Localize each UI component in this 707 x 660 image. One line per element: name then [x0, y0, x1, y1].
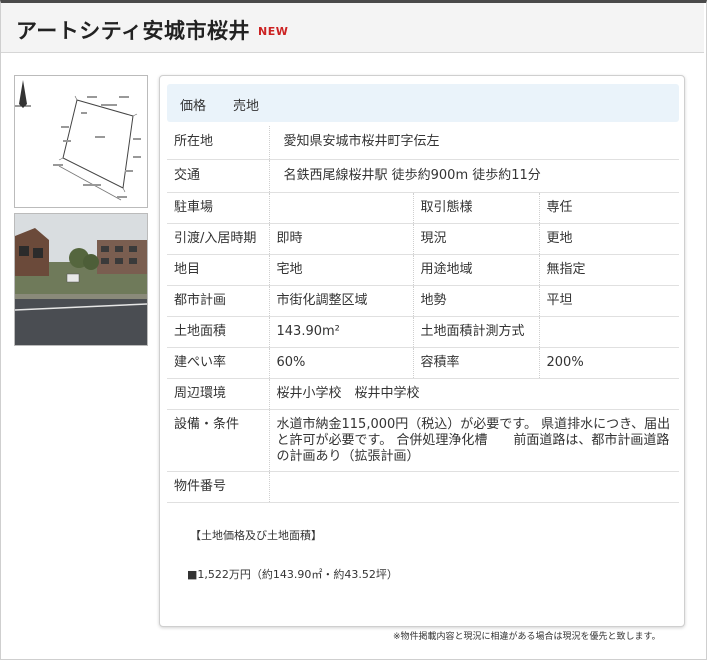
table-row: 物件番号 — [167, 471, 679, 503]
zoning-value: 無指定 — [538, 254, 679, 286]
lot-drawing-thumbnail[interactable] — [14, 75, 148, 208]
site-photo-thumbnail[interactable] — [14, 213, 148, 346]
measure-label: 土地面積計測方式 — [412, 316, 539, 348]
location-value: 愛知県安城市桜井町字伝左 — [268, 126, 679, 160]
landcat-value: 宅地 — [268, 254, 413, 286]
land-info-heading: 【土地価格及び土地面積】 — [190, 529, 322, 542]
far-label: 容積率 — [412, 347, 539, 379]
handover-value: 即時 — [268, 223, 413, 255]
lot-drawing-image — [15, 76, 147, 207]
access-label: 交通 — [167, 159, 269, 193]
property-spec-table: 所在地 愛知県安城市桜井町字伝左 交通 名鉄西尾線桜井駅 徒歩約900m 徒歩約… — [167, 126, 679, 503]
cityplan-value: 市街化調整区域 — [268, 285, 413, 317]
table-row: 設備・条件 水道市納金115,000円（税込）が必要です。 県道排水につき、届出… — [167, 409, 679, 472]
env-value: 桜井小学校 桜井中学校 — [268, 378, 679, 410]
parking-value — [268, 192, 413, 224]
propno-value — [268, 471, 679, 503]
table-row: 都市計画 市街化調整区域 地勢 平坦 — [167, 285, 679, 317]
terrain-label: 地勢 — [412, 285, 539, 317]
property-detail-panel: 価格 売地 所在地 愛知県安城市桜井町字伝左 交通 名鉄西尾線桜井駅 徒歩約90… — [159, 75, 685, 627]
equip-label: 設備・条件 — [167, 409, 269, 472]
table-row: 土地面積 143.90m² 土地面積計測方式 — [167, 316, 679, 348]
handover-label: 引渡/入居時期 — [167, 223, 269, 255]
price-label: 価格 — [180, 99, 207, 114]
trade-value: 専任 — [538, 192, 679, 224]
table-row: 駐車場 取引態様 専任 — [167, 192, 679, 224]
table-row: 建ぺい率 60% 容積率 200% — [167, 347, 679, 379]
table-row: 地目 宅地 用途地域 無指定 — [167, 254, 679, 286]
area-value: 143.90m² — [268, 316, 413, 348]
new-badge: NEW — [258, 25, 289, 38]
table-row: 周辺環境 桜井小学校 桜井中学校 — [167, 378, 679, 410]
access-value: 名鉄西尾線桜井駅 徒歩約900m 徒歩約11分 — [268, 159, 679, 193]
cityplan-label: 都市計画 — [167, 285, 269, 317]
zoning-label: 用途地域 — [412, 254, 539, 286]
page-header: アートシティ安城市桜井 NEW — [1, 3, 704, 53]
env-label: 周辺環境 — [167, 378, 269, 410]
coverage-value: 60% — [268, 347, 413, 379]
price-value: 売地 — [233, 99, 260, 114]
table-row: 引渡/入居時期 即時 現況 更地 — [167, 223, 679, 255]
equip-value: 水道市納金115,000円（税込）が必要です。 県道排水につき、届出と許可が必要… — [268, 409, 679, 472]
table-row: 交通 名鉄西尾線桜井駅 徒歩約900m 徒歩約11分 — [167, 159, 679, 193]
disclaimer-note: ※物件掲載内容と現況に相違がある場合は現況を優先と致します。 — [393, 632, 661, 642]
propno-label: 物件番号 — [167, 471, 269, 503]
measure-value — [538, 316, 679, 348]
land-info-value: ■1,522万円（約143.90㎡・約43.52坪） — [187, 568, 398, 581]
status-value: 更地 — [538, 223, 679, 255]
status-label: 現況 — [412, 223, 539, 255]
trade-label: 取引態様 — [412, 192, 539, 224]
property-title: アートシティ安城市桜井 — [16, 19, 250, 43]
area-label: 土地面積 — [167, 316, 269, 348]
landcat-label: 地目 — [167, 254, 269, 286]
site-photo-image — [15, 214, 147, 345]
coverage-label: 建ぺい率 — [167, 347, 269, 379]
price-row: 価格 売地 — [167, 84, 679, 122]
terrain-value: 平坦 — [538, 285, 679, 317]
far-value: 200% — [538, 347, 679, 379]
parking-label: 駐車場 — [167, 192, 269, 224]
table-row: 所在地 愛知県安城市桜井町字伝左 — [167, 126, 679, 160]
location-label: 所在地 — [167, 126, 269, 160]
